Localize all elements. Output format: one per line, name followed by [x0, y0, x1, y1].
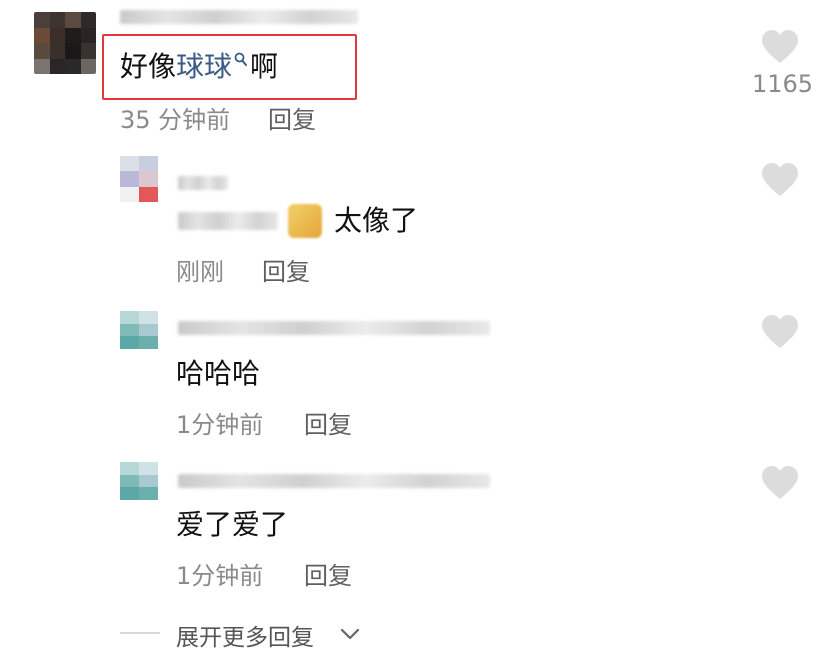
comment-text-after: 啊	[250, 50, 279, 83]
username-placeholder	[178, 176, 228, 190]
main-comment: 好像球球 啊 35 分钟前 回复 1165	[0, 0, 828, 140]
divider	[120, 632, 160, 634]
keyword-link[interactable]: 球球	[176, 50, 232, 83]
reply-item: 太像了 刚刚 回复	[0, 150, 828, 300]
heart-icon[interactable]	[761, 466, 799, 500]
reply-button[interactable]: 回复	[268, 106, 316, 134]
comment-text: 好像球球 啊	[120, 50, 278, 84]
expand-more-label[interactable]: 展开更多回复	[176, 618, 314, 652]
reply-text: 哈哈哈	[176, 357, 261, 390]
reply-time: 1分钟前	[176, 562, 264, 590]
username-placeholder	[178, 474, 490, 488]
reply-avatar[interactable]	[120, 311, 158, 349]
chevron-down-icon[interactable]	[340, 627, 360, 641]
emoji-placeholder	[288, 204, 322, 238]
reply-button[interactable]: 回复	[262, 258, 310, 286]
reply-avatar[interactable]	[120, 156, 158, 202]
username-placeholder	[178, 321, 490, 335]
reply-item: 爱了爱了 1分钟前 回复	[0, 456, 828, 606]
search-icon[interactable]	[234, 52, 248, 68]
reply-text: 太像了	[334, 204, 419, 237]
username-placeholder	[120, 10, 358, 24]
like-count: 1165	[752, 70, 814, 98]
comment-text-before: 好像	[120, 50, 177, 83]
heart-icon[interactable]	[761, 30, 799, 64]
reply-item: 哈哈哈 1分钟前 回复	[0, 305, 828, 455]
reply-time: 刚刚	[176, 258, 224, 286]
avatar[interactable]	[34, 12, 96, 74]
reply-time: 1分钟前	[176, 411, 264, 439]
reply-avatar[interactable]	[120, 462, 158, 500]
mention-placeholder	[178, 212, 278, 230]
comment-time: 35 分钟前	[120, 106, 231, 134]
heart-icon[interactable]	[761, 163, 799, 197]
reply-button[interactable]: 回复	[304, 411, 352, 439]
reply-text: 爱了爱了	[176, 508, 289, 541]
heart-icon[interactable]	[761, 315, 799, 349]
reply-button[interactable]: 回复	[304, 562, 352, 590]
